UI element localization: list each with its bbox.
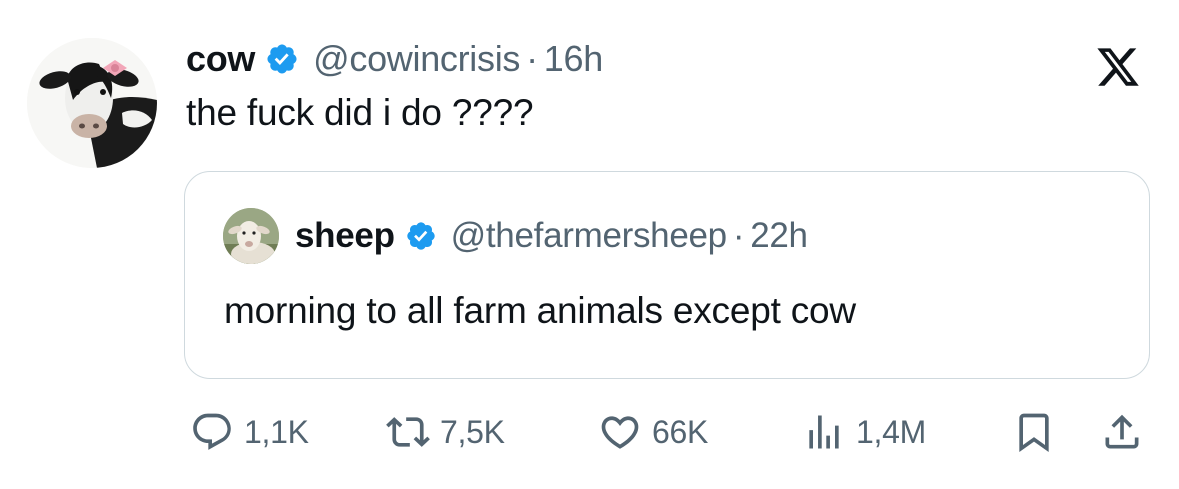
repost-icon <box>386 417 430 447</box>
post-time[interactable]: 16h <box>544 38 603 80</box>
tweet-text: the fuck did i do ???? <box>186 92 534 133</box>
like-count: 66K <box>652 413 709 450</box>
quoted-tweet-header: sheep @thefarmersheep · 22h <box>295 214 808 258</box>
repost-button[interactable]: 7,5K <box>386 410 505 454</box>
quoted-author-handle[interactable]: @thefarmersheep <box>451 216 727 256</box>
bookmark-icon <box>1019 413 1049 453</box>
tweet-card: cow @cowincrisis · 16h the fuck did i do… <box>0 0 1179 489</box>
cow-avatar-image <box>27 38 157 168</box>
reply-count: 1,1K <box>244 413 309 450</box>
x-logo-icon <box>1097 48 1139 86</box>
share-button[interactable] <box>1100 410 1144 454</box>
separator-dot: · <box>732 216 745 255</box>
sheep-avatar-image <box>223 208 279 264</box>
quoted-author-display-name[interactable]: sheep <box>295 216 395 256</box>
verified-badge-icon <box>267 44 297 74</box>
action-bar: 1,1K 7,5K 66K 1,4M <box>190 410 1150 454</box>
bookmark-button[interactable] <box>1012 410 1056 454</box>
author-handle[interactable]: @cowincrisis <box>313 38 520 80</box>
heart-icon <box>601 416 639 449</box>
reply-button[interactable]: 1,1K <box>190 410 309 454</box>
verified-badge-icon <box>406 222 435 250</box>
share-icon <box>1105 414 1139 449</box>
author-display-name[interactable]: cow <box>186 38 255 80</box>
like-button[interactable]: 66K <box>598 410 708 454</box>
tweet-header: cow @cowincrisis · 16h <box>186 34 603 84</box>
quoted-post-time[interactable]: 22h <box>750 216 808 256</box>
views-button[interactable]: 1,4M <box>802 410 926 454</box>
quoted-tweet-text: morning to all farm animals except cow <box>224 290 856 331</box>
author-avatar[interactable] <box>27 38 157 168</box>
repost-count: 7,5K <box>440 413 505 450</box>
views-icon <box>809 415 839 449</box>
views-count: 1,4M <box>856 413 926 450</box>
reply-icon <box>193 413 231 450</box>
separator-dot: · <box>526 38 538 79</box>
quoted-author-avatar[interactable] <box>223 208 279 264</box>
quoted-tweet[interactable]: sheep @thefarmersheep · 22h morning to a… <box>184 171 1150 379</box>
